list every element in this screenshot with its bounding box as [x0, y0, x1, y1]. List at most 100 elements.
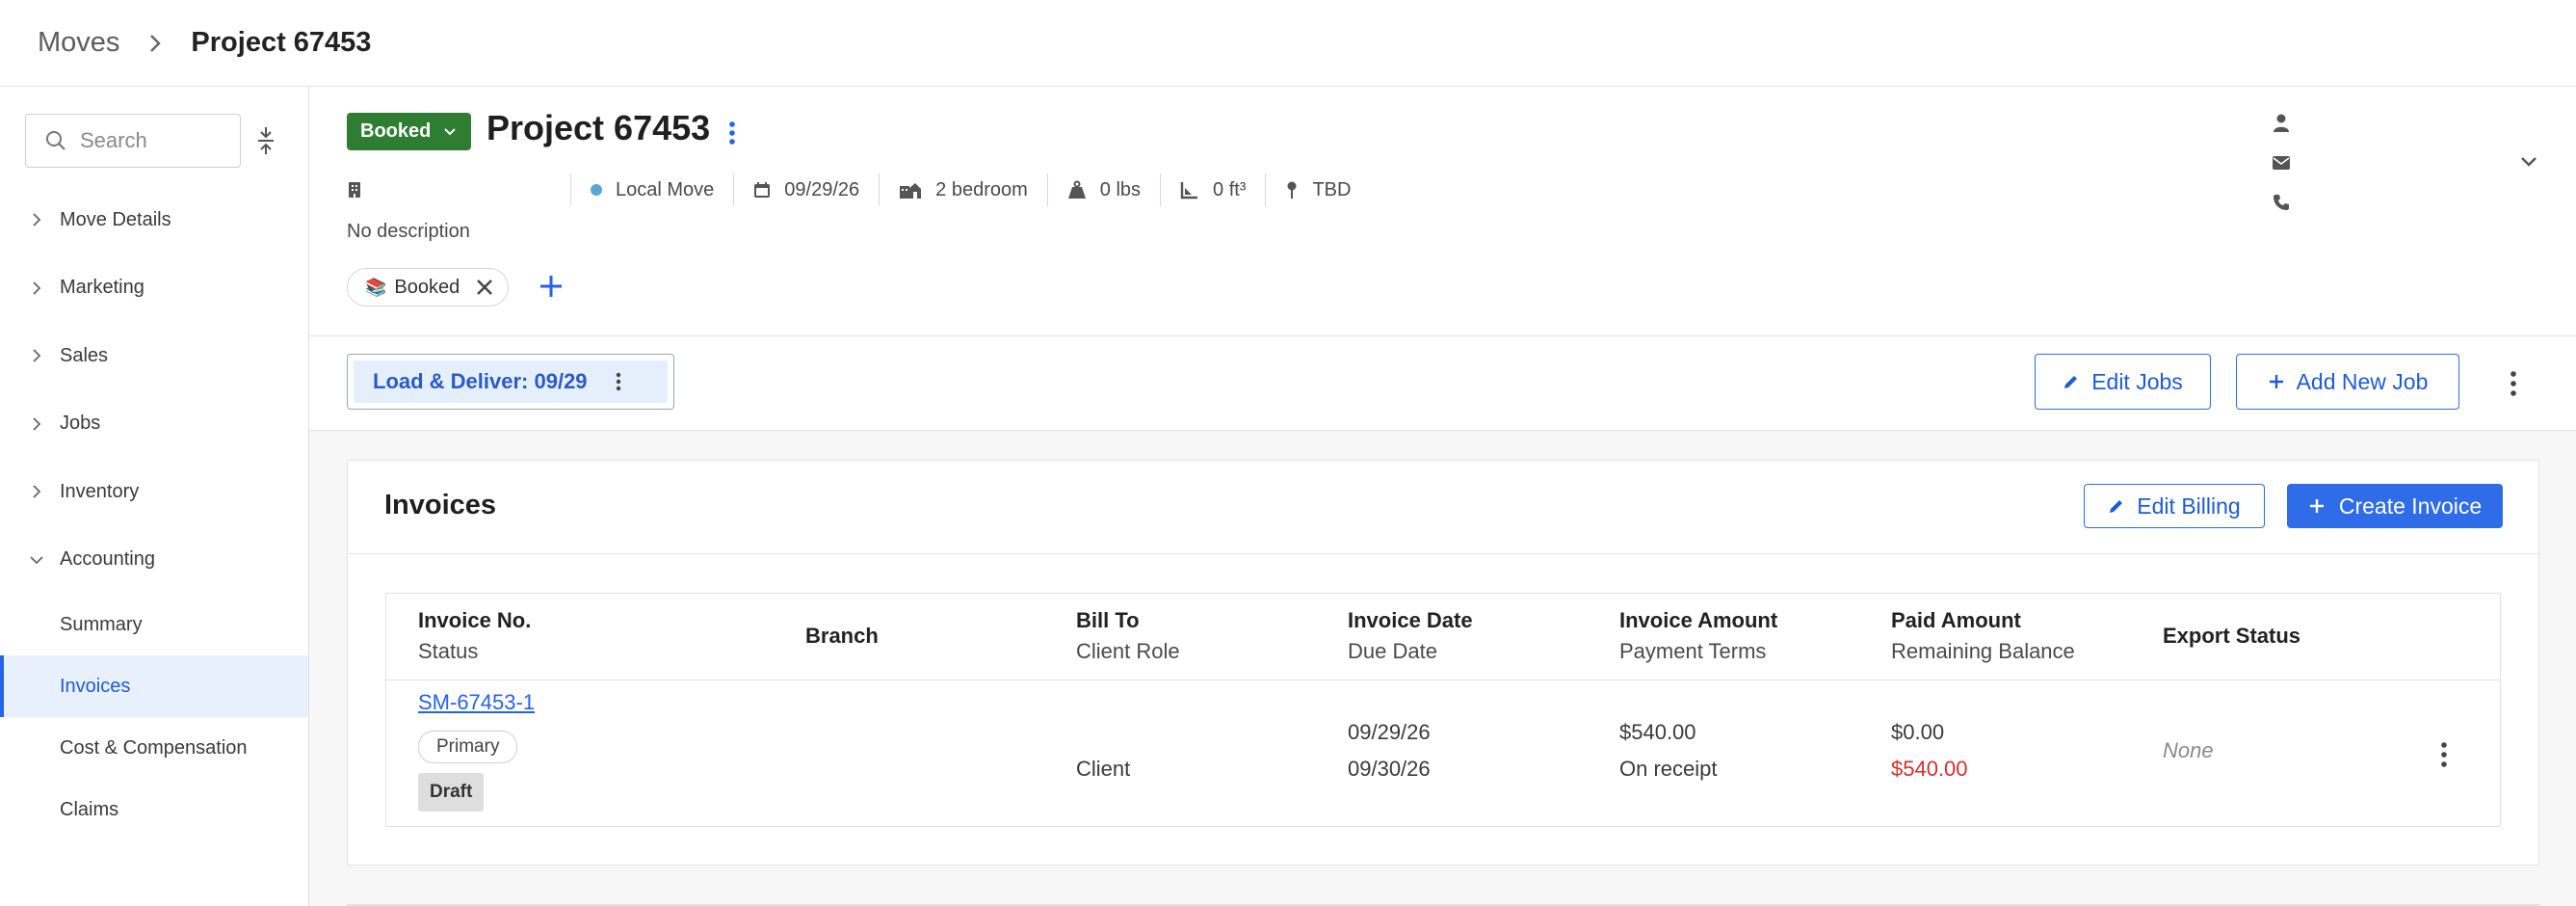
jobs-bar: Load & Deliver: 09/29 Edit Jobs Add New …	[309, 336, 2576, 431]
status-badge: Draft	[418, 773, 485, 812]
page-title: Project 67453	[486, 108, 711, 147]
sidebar: Search Move Details Marketing Sales Jobs…	[0, 87, 309, 906]
meta-branch	[347, 173, 570, 206]
paid-amount-cell: $0.00	[1891, 720, 1945, 744]
header-paid-amount: Paid Amount Remaining Balance	[1891, 605, 2075, 667]
calendar-icon	[754, 182, 771, 198]
header-invoice-date-label: Invoice Date	[1348, 608, 1473, 632]
location-pin-icon	[1287, 181, 1297, 199]
sidebar-item-accounting[interactable]: Accounting	[0, 526, 308, 595]
sidebar-item-invoices[interactable]: Invoices	[0, 655, 308, 717]
mail-icon[interactable]	[2269, 150, 2294, 175]
weight-icon	[1067, 180, 1086, 199]
tag-chip[interactable]: 📚 Booked	[347, 268, 510, 306]
header-invoice-no: Invoice No. Status	[418, 605, 531, 667]
sidebar-item-inventory[interactable]: Inventory	[0, 458, 308, 526]
sidebar-item-label: Sales	[60, 344, 109, 366]
breadcrumb-current: Project 67453	[191, 27, 372, 58]
invoice-amount-cell: $540.00	[1619, 720, 1696, 744]
move-size-label: 2 bedroom	[935, 178, 1028, 200]
sidebar-item-sales[interactable]: Sales	[0, 322, 308, 390]
add-new-job-button[interactable]: Add New Job	[2236, 354, 2459, 410]
header-status-label: Status	[418, 639, 479, 663]
export-status-cell: None	[2163, 738, 2214, 762]
header-invoice-no-label: Invoice No.	[418, 608, 532, 632]
sidebar-item-move-details[interactable]: Move Details	[0, 186, 308, 254]
payment-terms-cell: On receipt	[1619, 757, 1718, 781]
chevron-right-icon	[33, 281, 41, 295]
invoices-panel: Invoices Edit Billing Create Invoice Inv…	[347, 460, 2539, 866]
header-remaining-balance-label: Remaining Balance	[1891, 639, 2075, 663]
move-type-dot	[591, 184, 602, 196]
invoices-table: Invoice No. Status Branch Bill To Client…	[385, 593, 2501, 827]
add-tag-icon[interactable]	[537, 272, 565, 301]
more-options-icon[interactable]	[2438, 740, 2450, 769]
meta-size: 2 bedroom	[879, 173, 1047, 206]
edit-jobs-button[interactable]: Edit Jobs	[2035, 354, 2211, 410]
role-badge: Primary	[418, 731, 518, 763]
header-paid-amount-label: Paid Amount	[1891, 608, 2021, 632]
sidebar-item-label: Accounting	[60, 548, 155, 571]
search-input[interactable]: Search	[25, 114, 241, 168]
project-description[interactable]: No description	[347, 221, 470, 243]
more-options-icon[interactable]	[615, 371, 622, 392]
invoice-number-text[interactable]: SM-67453-1	[418, 690, 535, 714]
invoices-title: Invoices	[384, 490, 497, 520]
project-meta: Local Move 09/29/26 2 bedroom 0 lbs 0 ft…	[347, 173, 1370, 206]
header-bill-to: Bill To Client Role	[1076, 605, 1180, 667]
chevron-right-icon	[33, 213, 41, 226]
chevron-down-icon	[444, 127, 457, 135]
job-tab-label: Load & Deliver: 09/29	[373, 369, 588, 393]
invoice-number-link[interactable]: SM-67453-1	[418, 688, 535, 717]
client-role-cell: Client	[1076, 757, 1131, 781]
sidebar-item-cost-compensation[interactable]: Cost & Compensation	[0, 717, 308, 779]
status-label: Booked	[360, 120, 432, 142]
header-branch-label: Branch	[805, 624, 879, 648]
pencil-icon	[2110, 500, 2123, 513]
more-options-icon[interactable]	[723, 119, 741, 147]
table-header-row: Invoice No. Status Branch Bill To Client…	[386, 594, 2500, 680]
collapse-all-icon[interactable]	[252, 123, 279, 158]
header-client-role-label: Client Role	[1076, 639, 1180, 663]
status-dropdown[interactable]: Booked	[347, 113, 472, 150]
header-bill-to-label: Bill To	[1076, 608, 1140, 632]
meta-move-type: Local Move	[570, 173, 733, 206]
phone-icon[interactable]	[2269, 190, 2294, 215]
house-size-icon	[900, 183, 922, 199]
chevron-down-icon	[30, 556, 43, 565]
chevron-right-icon	[33, 485, 41, 498]
move-location-label: TBD	[1312, 178, 1352, 200]
search-icon	[45, 130, 66, 151]
edit-billing-button[interactable]: Edit Billing	[2084, 484, 2265, 528]
header-export-status: Export Status	[2163, 621, 2300, 652]
sidebar-item-claims[interactable]: Claims	[0, 779, 308, 840]
invoice-date-cell: 09/29/26	[1348, 720, 1431, 744]
meta-date: 09/29/26	[733, 173, 879, 206]
sidebar-item-summary[interactable]: Summary	[0, 594, 308, 655]
meta-location: TBD	[1265, 173, 1370, 206]
chevron-right-icon	[33, 349, 41, 362]
header-invoice-date: Invoice Date Due Date	[1348, 605, 1473, 667]
create-invoice-button[interactable]: Create Invoice	[2287, 484, 2503, 528]
plus-icon	[2309, 499, 2324, 513]
tag-label: Booked	[394, 276, 460, 298]
top-bar: Moves Project 67453	[0, 0, 2576, 87]
sidebar-item-marketing[interactable]: Marketing	[0, 254, 308, 323]
sidebar-item-jobs[interactable]: Jobs	[0, 390, 308, 459]
job-tab[interactable]: Load & Deliver: 09/29	[347, 354, 674, 410]
sidebar-item-label: Inventory	[60, 480, 140, 502]
job-tab-inner: Load & Deliver: 09/29	[354, 360, 668, 403]
move-volume-label: 0 ft³	[1213, 178, 1247, 200]
sidebar-item-label: Jobs	[60, 413, 101, 435]
more-options-icon[interactable]	[2508, 369, 2519, 398]
sidebar-item-label: Marketing	[60, 277, 145, 299]
tag-emoji: 📚	[365, 277, 387, 297]
header-export-status-label: Export Status	[2163, 624, 2301, 648]
person-icon[interactable]	[2269, 111, 2294, 136]
chevron-right-icon	[33, 417, 41, 431]
breadcrumb-moves-link[interactable]: Moves	[38, 27, 119, 59]
close-icon[interactable]	[475, 278, 494, 297]
status-badge-cell: Draft	[418, 771, 485, 812]
chevron-down-icon[interactable]	[2518, 150, 2539, 172]
chevron-right-icon	[145, 33, 166, 54]
